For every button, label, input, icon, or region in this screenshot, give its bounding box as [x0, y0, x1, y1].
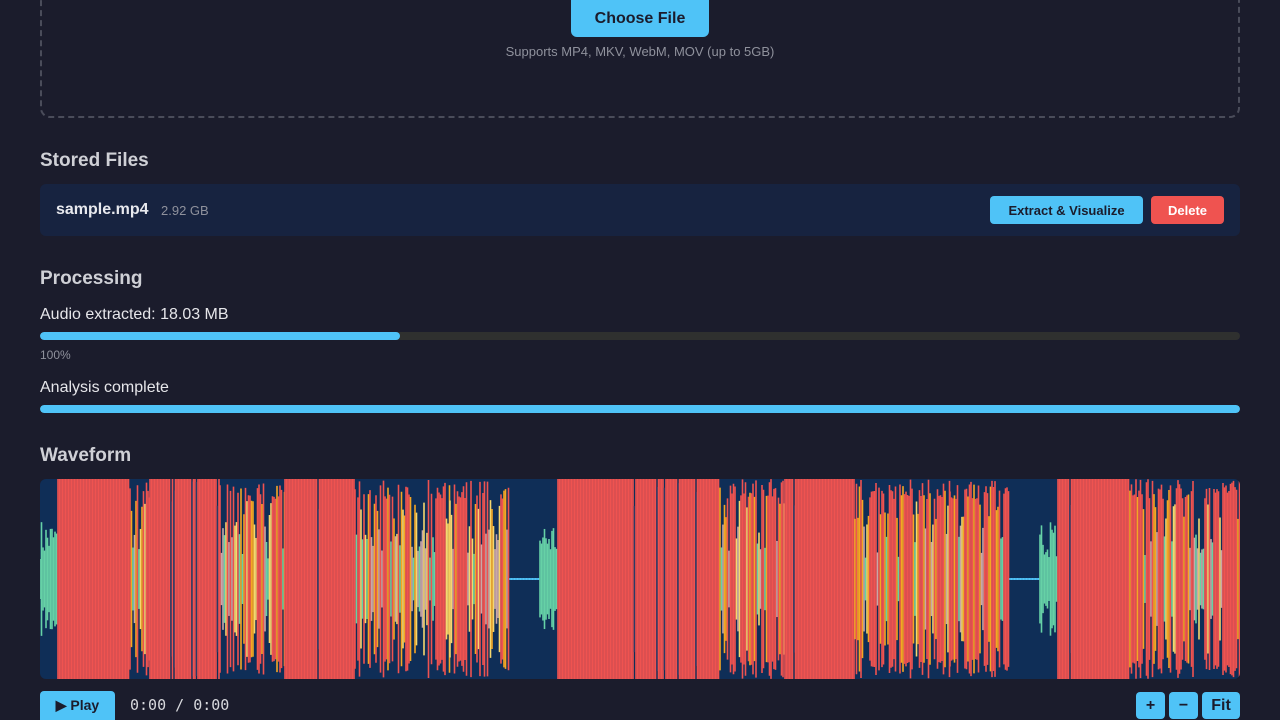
delete-button[interactable]: Delete — [1151, 196, 1224, 224]
waveform-heading: Waveform — [40, 445, 132, 466]
processing-heading: Processing — [40, 268, 143, 289]
analysis-progress-bar — [40, 405, 1240, 413]
file-name: sample.mp4 — [56, 201, 149, 218]
extract-progress-fill — [40, 332, 400, 340]
file-size: 2.92 GB — [161, 203, 209, 218]
analysis-progress-fill — [40, 405, 1240, 413]
fit-button[interactable]: Fit — [1202, 692, 1240, 719]
waveform-canvas[interactable] — [40, 479, 1240, 679]
waveform-graphic — [40, 479, 1240, 679]
play-button[interactable]: ▶ Play — [40, 691, 115, 720]
stored-files-heading: Stored Files — [40, 150, 149, 171]
zoom-in-button[interactable]: + — [1136, 692, 1165, 719]
analysis-status-text: Analysis complete — [40, 379, 169, 396]
zoom-out-button[interactable]: − — [1169, 692, 1198, 719]
extract-status-text: Audio extracted: 18.03 MB — [40, 306, 229, 323]
playback-time: 0:00 / 0:00 — [130, 696, 230, 714]
extract-progress-percent: 100% — [40, 348, 71, 362]
extract-progress-bar — [40, 332, 1240, 340]
choose-file-button[interactable]: Choose File — [571, 0, 709, 37]
supported-formats-text: Supports MP4, MKV, WebM, MOV (up to 5GB) — [505, 44, 775, 59]
file-list-item: sample.mp4 2.92 GB Extract & Visualize D… — [40, 184, 1240, 236]
extract-visualize-button[interactable]: Extract & Visualize — [990, 196, 1143, 224]
